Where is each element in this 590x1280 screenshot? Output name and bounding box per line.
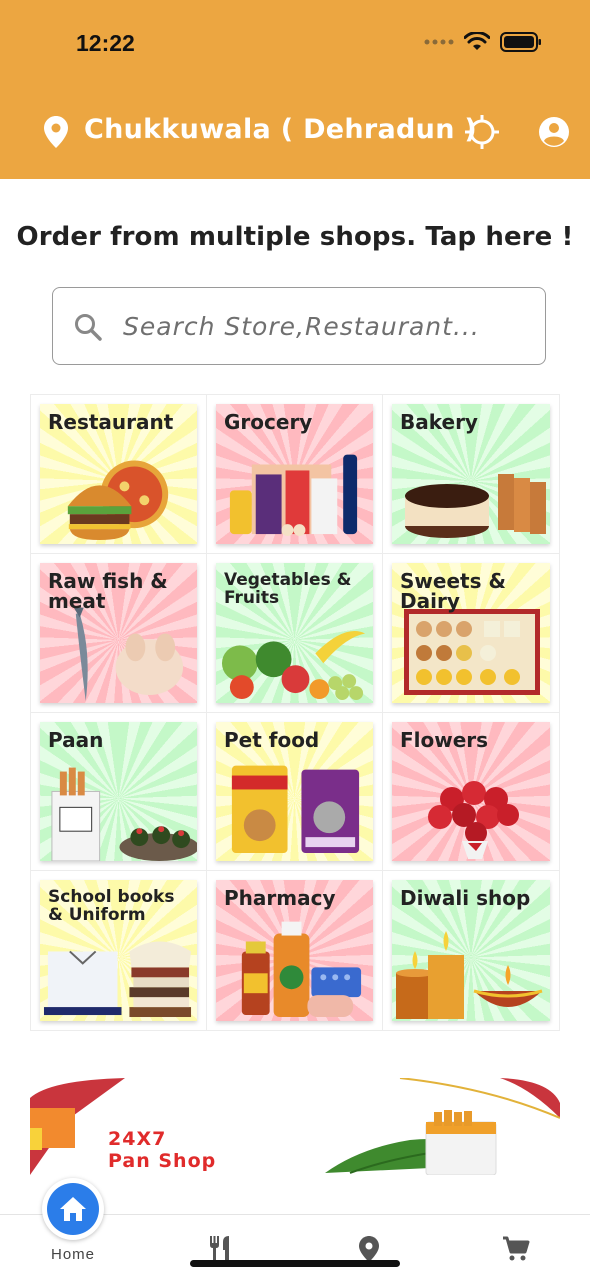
nav-home-button[interactable]: [42, 1178, 104, 1240]
medicine-bottles-image: [241, 921, 362, 1018]
location-bar: Chukkuwala ( Dehradun ): [0, 108, 590, 156]
search-icon: [75, 314, 102, 341]
books-shirt-image: [43, 941, 192, 1018]
home-icon: [60, 1197, 86, 1221]
category-card[interactable]: Flowers: [392, 721, 550, 862]
category-tile[interactable]: Grocery: [207, 395, 383, 554]
category-grid: Restaurant Grocery Bakery Raw fish & meat Ve…: [30, 394, 560, 1031]
category-label: School books & Uniform: [48, 887, 175, 926]
search-input[interactable]: [123, 302, 527, 350]
rose-bouquet-image: [428, 781, 519, 860]
home-button-circle: [47, 1183, 99, 1235]
grocery-bags-image: [229, 454, 358, 536]
nav-home-label[interactable]: Home: [42, 1246, 104, 1263]
battery-icon: [500, 32, 541, 52]
category-card[interactable]: Grocery: [216, 404, 373, 544]
category-tile[interactable]: Bakery: [383, 395, 559, 554]
category-tile[interactable]: Flowers: [383, 713, 559, 872]
search-box[interactable]: [52, 287, 546, 365]
category-label: Pharmacy: [224, 886, 336, 911]
category-card[interactable]: Pet food: [216, 721, 373, 862]
category-label: Sweets & Dairy: [400, 568, 506, 613]
category-label: Pet food: [224, 727, 320, 752]
location-label[interactable]: Chukkuwala ( Dehradun ): [84, 114, 477, 145]
cart-icon[interactable]: [502, 1236, 530, 1262]
category-card[interactable]: Pharmacy: [216, 880, 373, 1021]
category-card[interactable]: Sweets & Dairy: [392, 562, 550, 703]
category-card[interactable]: Diwali shop: [392, 880, 550, 1021]
banner-line-1: 24X7: [108, 1128, 167, 1150]
category-label: Vegetables & Fruits: [224, 569, 352, 608]
signal-icon: [424, 39, 454, 45]
profile-icon[interactable]: [538, 116, 570, 148]
multi-shop-order-link[interactable]: Order from multiple shops. Tap here !: [0, 222, 590, 252]
category-label: Flowers: [400, 727, 489, 752]
pet-food-bags-image: [231, 765, 360, 854]
category-label: Restaurant: [48, 410, 174, 434]
category-tile[interactable]: Restaurant: [31, 395, 207, 554]
category-label: Grocery: [224, 410, 313, 434]
gps-locate-icon[interactable]: [464, 114, 500, 150]
restaurant-icon[interactable]: [208, 1236, 236, 1262]
burger-pizza-image: [67, 460, 169, 540]
cake-toast-image: [405, 473, 546, 538]
category-tile[interactable]: Vegetables & Fruits: [207, 553, 383, 713]
category-tile[interactable]: School books & Uniform: [31, 871, 207, 1030]
category-tile[interactable]: Sweets & Dairy: [383, 554, 559, 713]
home-indicator: [190, 1260, 400, 1267]
cigarettes-paan-image: [51, 767, 197, 862]
category-label: Diwali shop: [400, 886, 531, 911]
promo-banner[interactable]: 24X7 Pan Shop: [30, 1078, 560, 1175]
status-bar: 12:22: [0, 0, 590, 90]
category-label: Paan: [48, 727, 104, 752]
location-pin-icon[interactable]: [44, 116, 68, 148]
diya-candles-image: [396, 931, 543, 1019]
status-time: 12:22: [76, 30, 135, 56]
category-card[interactable]: Restaurant: [40, 404, 197, 544]
category-card[interactable]: Vegetables & Fruits: [216, 562, 373, 703]
category-tile[interactable]: Pharmacy: [207, 871, 383, 1030]
banner-title: 24X7 Pan Shop: [108, 1128, 216, 1172]
category-tile[interactable]: Diwali shop: [383, 871, 559, 1030]
location-icon[interactable]: [359, 1236, 379, 1262]
category-card[interactable]: School books & Uniform: [40, 880, 197, 1021]
status-icons: [424, 32, 542, 52]
category-card[interactable]: Paan: [40, 721, 197, 862]
category-tile[interactable]: Pet food: [207, 712, 383, 872]
vegetables-fruits-image: [221, 630, 366, 700]
category-card[interactable]: Bakery: [392, 404, 550, 544]
wifi-icon: [464, 32, 490, 50]
app-header: 12:22 Chukkuwala ( Dehradun ): [0, 0, 590, 179]
category-label: Raw fish & meat: [48, 568, 168, 613]
category-card[interactable]: Raw fish & meat: [40, 562, 197, 703]
category-tile[interactable]: Raw fish & meat: [31, 553, 207, 713]
banner-line-2: Pan Shop: [108, 1150, 217, 1172]
category-label: Bakery: [400, 410, 478, 434]
category-tile[interactable]: Paan: [31, 712, 207, 872]
